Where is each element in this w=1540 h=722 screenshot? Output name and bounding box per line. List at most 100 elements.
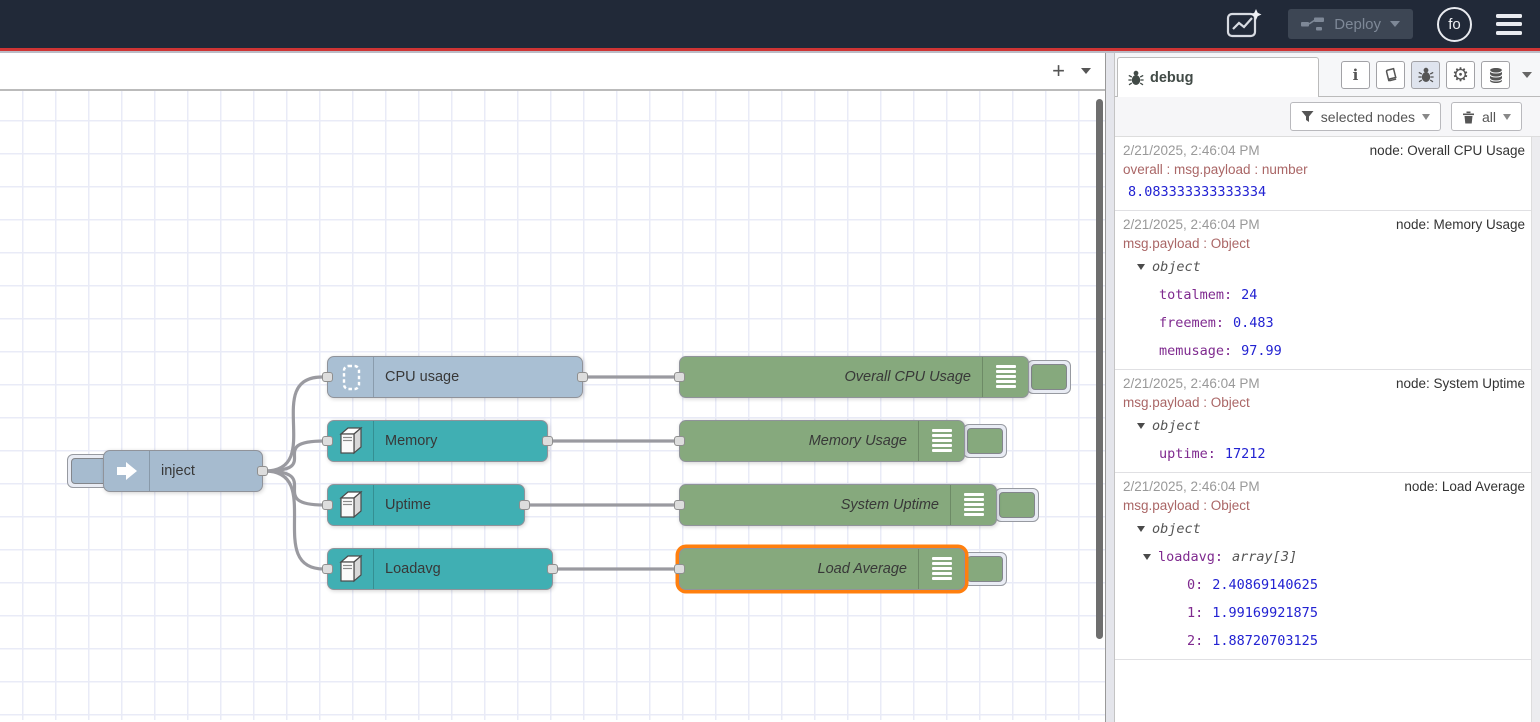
message-timestamp: 2/21/2025, 2:46:04 PM [1123,215,1260,234]
inject-button-face [71,458,107,484]
debug-list-icon [918,549,964,589]
json-key: 0 [1187,571,1203,599]
json-value: 97.99 [1241,337,1282,365]
menu-icon[interactable] [1496,14,1522,35]
debug-message: 2/21/2025, 2:46:04 PM node: Memory Usage… [1115,211,1531,370]
message-value: 8.083333333333334 [1123,179,1527,206]
collapse-arrow-icon[interactable] [1137,423,1145,429]
server-icon [328,421,374,461]
input-port[interactable] [674,564,685,574]
output-port[interactable] [519,500,530,510]
deploy-caret-icon[interactable] [1390,21,1400,27]
chevron-down-icon [1081,68,1091,74]
output-port[interactable] [547,564,558,574]
json-key: loadavg [1158,543,1223,571]
tab-debug[interactable]: debug [1117,57,1319,97]
debug-toggle-button[interactable] [963,424,1007,458]
collapse-arrow-icon[interactable] [1137,526,1145,532]
node-debug-overall-cpu[interactable]: Overall CPU Usage [679,356,1029,398]
output-port[interactable] [257,466,268,476]
sidebar-expand-caret-icon[interactable] [1522,72,1532,78]
context-tab-button[interactable] [1481,61,1510,89]
debug-toggle-face [967,428,1003,454]
debug-toggle-face [1031,364,1067,390]
input-port[interactable] [674,372,685,382]
message-timestamp: 2/21/2025, 2:46:04 PM [1123,477,1260,496]
debug-clear-button[interactable]: all [1451,102,1522,131]
flow-assistant-icon[interactable] [1226,8,1264,40]
deploy-label: Deploy [1334,16,1381,33]
add-flow-button[interactable]: + [1052,60,1065,82]
config-tab-button[interactable]: ⚙ [1446,61,1475,89]
deploy-button[interactable]: Deploy [1288,9,1413,39]
node-label: Memory [374,433,448,449]
output-port[interactable] [577,372,588,382]
node-label: Load Average [680,561,918,577]
debug-filter-button[interactable]: selected nodes [1290,102,1441,131]
server-icon [328,485,374,525]
input-port[interactable] [674,500,685,510]
node-loadavg[interactable]: Loadavg [327,548,553,590]
message-timestamp: 2/21/2025, 2:46:04 PM [1123,374,1260,393]
book-icon [1383,67,1399,83]
canvas-vertical-scrollbar[interactable] [1096,99,1103,639]
help-tab-button[interactable] [1376,61,1405,89]
json-value: 24 [1241,281,1257,309]
flow-canvas[interactable]: inject CPU usage [0,91,1105,720]
debug-filter-row: selected nodes all [1115,97,1540,137]
node-debug-load-average[interactable]: Load Average [679,548,965,590]
node-debug-system-uptime[interactable]: System Uptime [679,484,997,526]
info-tab-button[interactable]: i [1341,61,1370,89]
input-port[interactable] [322,372,333,382]
debug-message: 2/21/2025, 2:46:04 PM node: Overall CPU … [1115,137,1531,211]
input-port[interactable] [322,500,333,510]
gear-icon: ⚙ [1452,66,1469,85]
chevron-down-icon [1422,114,1430,120]
sidebar-splitter[interactable] [1105,53,1115,722]
collapse-arrow-icon[interactable] [1137,264,1145,270]
input-port[interactable] [322,436,333,446]
node-uptime[interactable]: Uptime [327,484,525,526]
sidebar-scrollbar-track[interactable] [1531,137,1540,722]
wires-layer [0,91,1105,720]
json-key: 1 [1187,599,1203,627]
json-key: totalmem [1159,281,1232,309]
json-value: 1.88720703125 [1212,627,1318,655]
json-array-type: array[3] [1232,543,1297,571]
message-source-node: node: Load Average [1404,477,1527,496]
workspace: + [0,53,1105,722]
debug-tab-button[interactable] [1411,61,1440,89]
node-debug-memory-usage[interactable]: Memory Usage [679,420,965,462]
debug-toggle-button[interactable] [1027,360,1071,394]
flow-tabstrip: + [0,53,1105,91]
input-port[interactable] [674,436,685,446]
collapse-arrow-icon[interactable] [1143,554,1151,560]
user-avatar[interactable]: fo [1437,7,1472,42]
node-memory[interactable]: Memory [327,420,548,462]
json-value: 1.99169921875 [1212,599,1318,627]
flow-list-button[interactable] [1081,68,1091,74]
json-row: memusage 97.99 [1123,337,1527,365]
node-cpu-usage[interactable]: CPU usage [327,356,583,398]
debug-message-list: 2/21/2025, 2:46:04 PM node: Overall CPU … [1115,137,1540,722]
sidebar-toolbar: i [1341,61,1540,96]
input-port[interactable] [322,564,333,574]
node-label: Loadavg [374,561,452,577]
debug-toggle-button[interactable] [995,488,1039,522]
deploy-icon [1301,16,1325,32]
debug-message: 2/21/2025, 2:46:04 PM node: System Uptim… [1115,370,1531,473]
json-row: loadavg array[3] [1123,543,1527,571]
json-object-label: object [1152,515,1201,543]
output-port[interactable] [542,436,553,446]
bug-icon [1418,67,1434,83]
message-path: msg.payload : Object [1123,234,1527,253]
database-icon [1488,67,1504,84]
message-path: overall : msg.payload : number [1123,160,1527,179]
debug-list-icon [982,357,1028,397]
node-label: Memory Usage [680,433,918,449]
node-inject[interactable]: inject [103,450,263,492]
debug-filter-label: selected nodes [1321,109,1415,125]
tab-debug-label: debug [1150,70,1194,86]
node-label: Overall CPU Usage [680,369,982,385]
debug-toggle-button[interactable] [963,552,1007,586]
